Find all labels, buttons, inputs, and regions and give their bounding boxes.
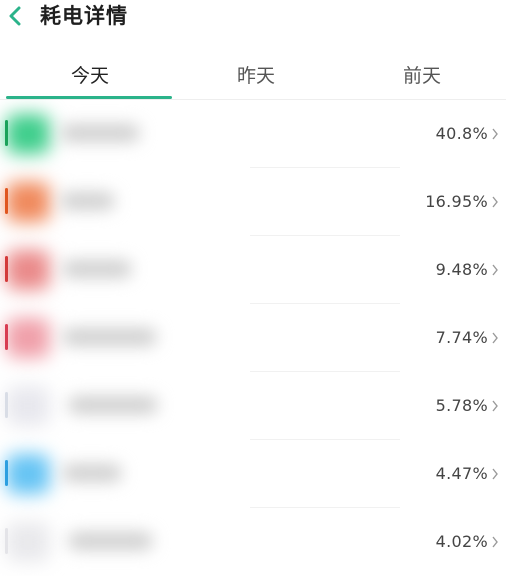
chevron-right-icon: [492, 332, 498, 344]
app-name-blurred: [60, 192, 115, 210]
list-item[interactable]: 4.02%: [0, 508, 506, 576]
usage-percent: 4.47%: [435, 464, 488, 483]
tab-today[interactable]: 今天: [6, 54, 174, 100]
list-item[interactable]: 4.47%: [0, 440, 506, 508]
tab-day-before-yesterday[interactable]: 前天: [338, 54, 506, 100]
tab-yesterday[interactable]: 昨天: [172, 54, 340, 100]
usage-percent: 16.95%: [425, 192, 488, 211]
usage-percent: 40.8%: [435, 124, 488, 143]
app-icon-edge: [5, 324, 8, 350]
app-icon: [6, 114, 50, 154]
page-title: 耗电详情: [40, 4, 128, 28]
app-icon-edge: [5, 256, 8, 282]
back-button[interactable]: [2, 3, 28, 29]
list-item[interactable]: 40.8%: [0, 100, 506, 168]
app-icon: [6, 454, 50, 494]
list-item[interactable]: 5.78%: [0, 372, 506, 440]
app-icon: [6, 522, 50, 562]
chevron-right-icon: [492, 400, 498, 412]
app-name-blurred: [62, 464, 122, 482]
usage-percent: 4.02%: [435, 532, 488, 551]
app-name-blurred: [68, 532, 153, 550]
app-icon: [6, 386, 50, 426]
chevron-right-icon: [492, 128, 498, 140]
app-icon-edge: [5, 460, 8, 486]
app-name-blurred: [62, 328, 157, 346]
header: 耗电详情: [0, 0, 506, 40]
chevron-right-icon: [492, 536, 498, 548]
app-icon-edge: [5, 392, 8, 418]
chevron-right-icon: [492, 196, 498, 208]
app-icon-edge: [5, 188, 8, 214]
app-name-blurred: [62, 260, 132, 278]
app-name-blurred: [68, 396, 158, 414]
app-icon-edge: [5, 120, 8, 146]
chevron-right-icon: [492, 468, 498, 480]
day-tabs: 今天 昨天 前天: [0, 54, 506, 100]
chevron-right-icon: [492, 264, 498, 276]
app-name-blurred: [60, 124, 140, 142]
usage-percent: 5.78%: [435, 396, 488, 415]
app-icon: [6, 318, 50, 358]
app-icon: [6, 250, 50, 290]
usage-percent: 7.74%: [435, 328, 488, 347]
usage-percent: 9.48%: [435, 260, 488, 279]
list-item[interactable]: 7.74%: [0, 304, 506, 372]
chevron-left-icon: [9, 6, 21, 26]
app-icon-edge: [5, 528, 8, 554]
list-item[interactable]: 16.95%: [0, 168, 506, 236]
list-item[interactable]: 9.48%: [0, 236, 506, 304]
app-icon: [6, 182, 50, 222]
